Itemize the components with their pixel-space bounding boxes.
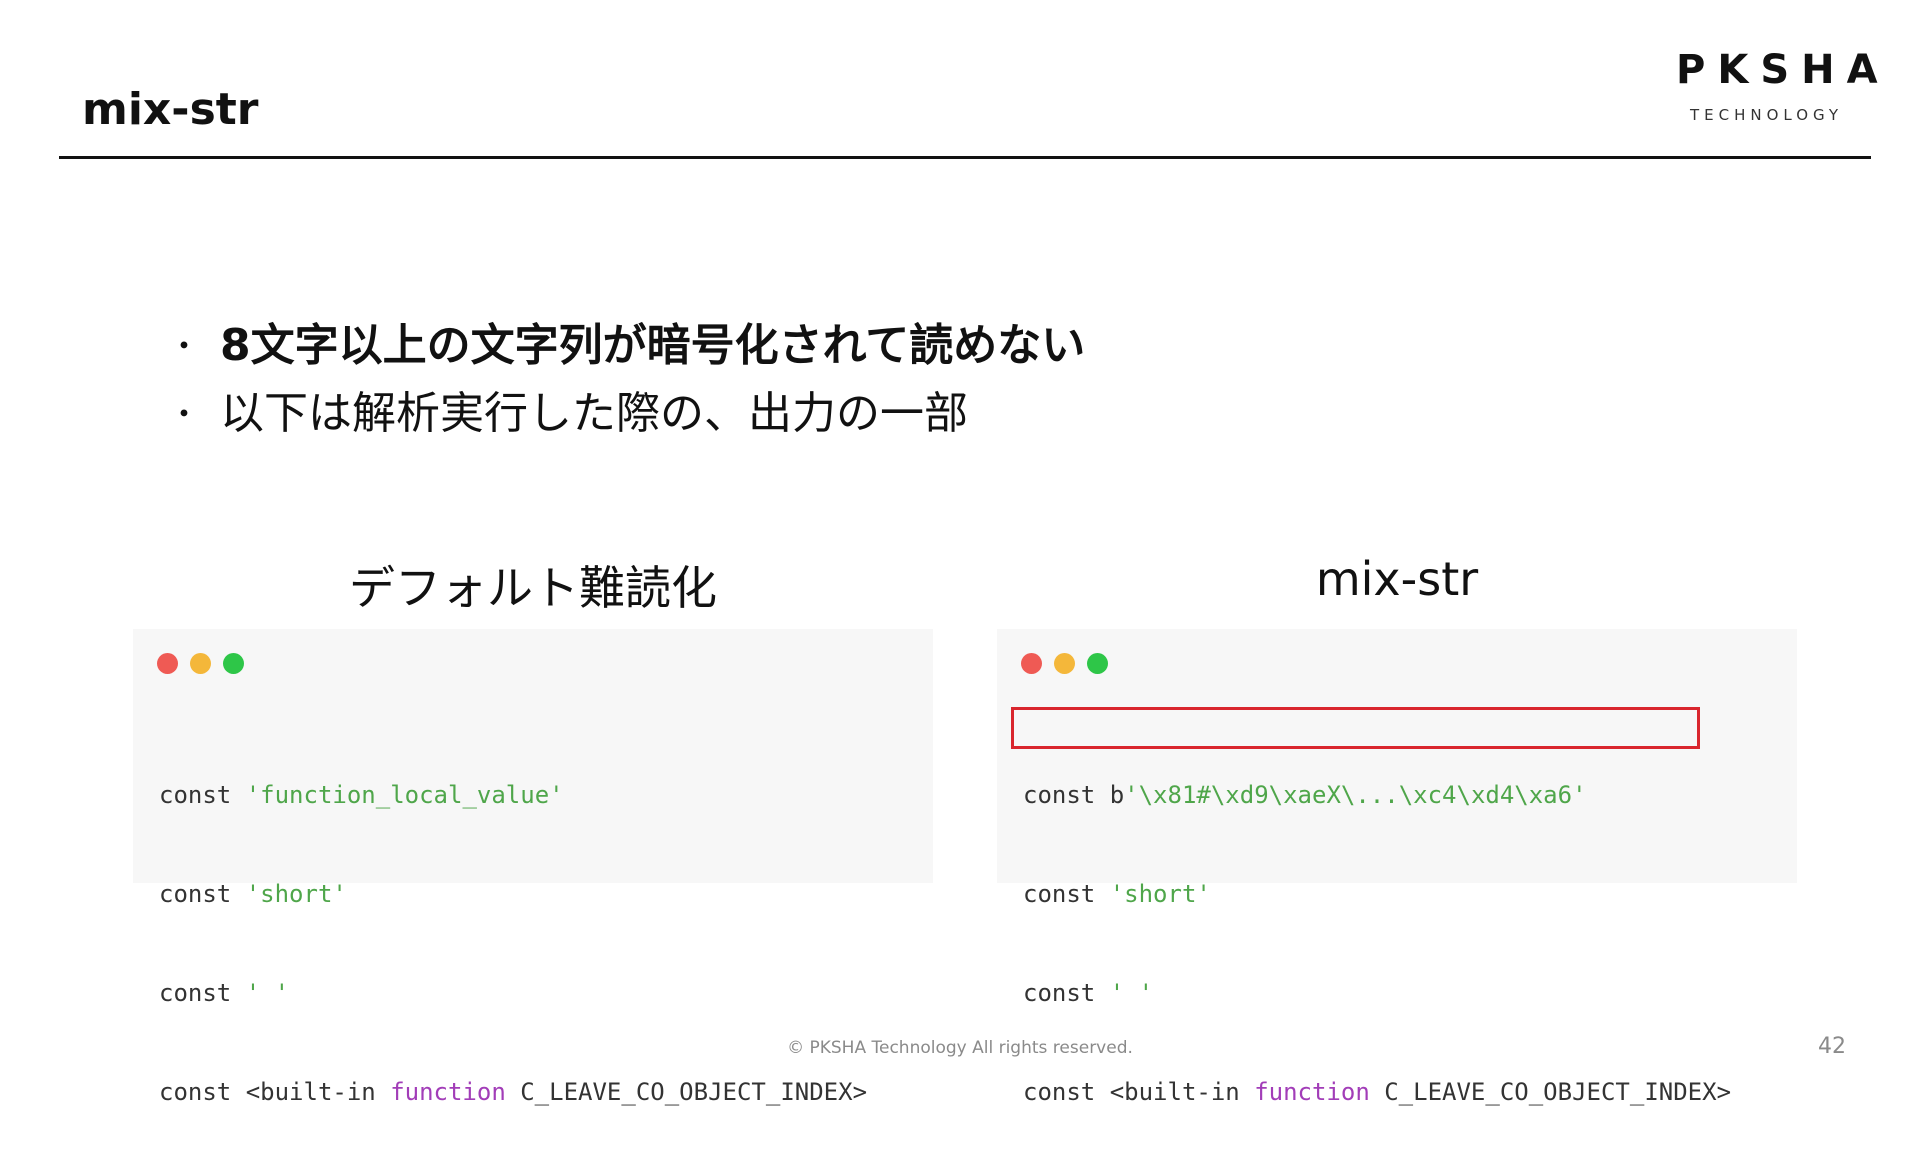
header-divider — [59, 156, 1871, 159]
bullet-list: ・ 8文字以上の文字列が暗号化されて読めない ・ 以下は解析実行した際の、出力の… — [168, 312, 1085, 448]
logo-wordmark: PKSHA — [1676, 47, 1890, 93]
bullet-item: ・ 8文字以上の文字列が暗号化されて読めない — [168, 312, 1085, 380]
default-code-window: const 'function_local_value' const 'shor… — [133, 629, 933, 1106]
maximize-dot-icon — [1087, 653, 1108, 674]
code-prefix: const b — [1023, 781, 1125, 809]
minimize-dot-icon — [190, 653, 211, 674]
code-line: const 'short' — [159, 878, 867, 911]
code-suffix: C_LEAVE_CO_OBJECT_INDEX> — [1369, 1078, 1732, 1106]
code-prefix: const — [159, 880, 246, 908]
window-controls — [157, 653, 244, 674]
code-prefix: const <built-in — [159, 1078, 391, 1106]
bullet-item: ・ 以下は解析実行した際の、出力の一部 — [168, 380, 1085, 448]
code-prefix: const — [159, 781, 246, 809]
code-block: const b'\x81#\xd9\xaeX\...\xc4\xd4\xa6' … — [1023, 713, 1731, 1175]
mix-str-heading: mix-str — [1315, 552, 1479, 606]
code-string: ' ' — [245, 979, 290, 1007]
code-block: const 'function_local_value' const 'shor… — [159, 713, 867, 1175]
bullet-text: 8文字以上の文字列が暗号化されて読めない — [220, 320, 1086, 371]
code-string: 'short' — [245, 880, 347, 908]
code-line: const <built-in function C_LEAVE_CO_OBJE… — [1023, 1076, 1731, 1109]
code-line: const ' ' — [1023, 977, 1731, 1010]
code-keyword: function — [1254, 1078, 1370, 1106]
code-line: const 'function_local_value' — [159, 779, 867, 812]
code-string: '\x81#\xd9\xaeX\...\xc4\xd4\xa6' — [1124, 781, 1587, 809]
code-string: ' ' — [1109, 979, 1154, 1007]
code-string: 'function_local_value' — [245, 781, 564, 809]
mix-str-code-window: const b'\x81#\xd9\xaeX\...\xc4\xd4\xa6' … — [997, 629, 1797, 1106]
footer-copyright: © PKSHA Technology All rights reserved. — [787, 1038, 1133, 1058]
page-number: 42 — [1818, 1034, 1846, 1059]
bullet-text: 以下は解析実行した際の、出力の一部 — [220, 388, 968, 439]
close-dot-icon — [1021, 653, 1042, 674]
code-line: const 'short' — [1023, 878, 1731, 911]
logo-subtitle: TECHNOLOGY — [1689, 106, 1844, 124]
code-prefix: const — [1023, 979, 1110, 1007]
code-suffix: C_LEAVE_CO_OBJECT_INDEX> — [505, 1078, 868, 1106]
window-controls — [1021, 653, 1108, 674]
code-prefix: const — [159, 979, 246, 1007]
default-obfuscation-heading: デフォルト難読化 — [349, 561, 717, 615]
code-line: const ' ' — [159, 977, 867, 1010]
close-dot-icon — [157, 653, 178, 674]
code-line: const b'\x81#\xd9\xaeX\...\xc4\xd4\xa6' — [1023, 779, 1731, 812]
pksha-logo: PKSHA TECHNOLOGY — [1664, 47, 1890, 124]
slide-title: mix-str — [82, 84, 259, 135]
code-keyword: function — [390, 1078, 506, 1106]
minimize-dot-icon — [1054, 653, 1075, 674]
bullet-marker: ・ — [168, 327, 201, 365]
maximize-dot-icon — [223, 653, 244, 674]
code-line: const <built-in function C_LEAVE_CO_OBJE… — [159, 1076, 867, 1109]
code-prefix: const — [1023, 880, 1110, 908]
code-string: 'short' — [1109, 880, 1211, 908]
code-prefix: const <built-in — [1023, 1078, 1255, 1106]
bullet-marker: ・ — [168, 395, 201, 433]
